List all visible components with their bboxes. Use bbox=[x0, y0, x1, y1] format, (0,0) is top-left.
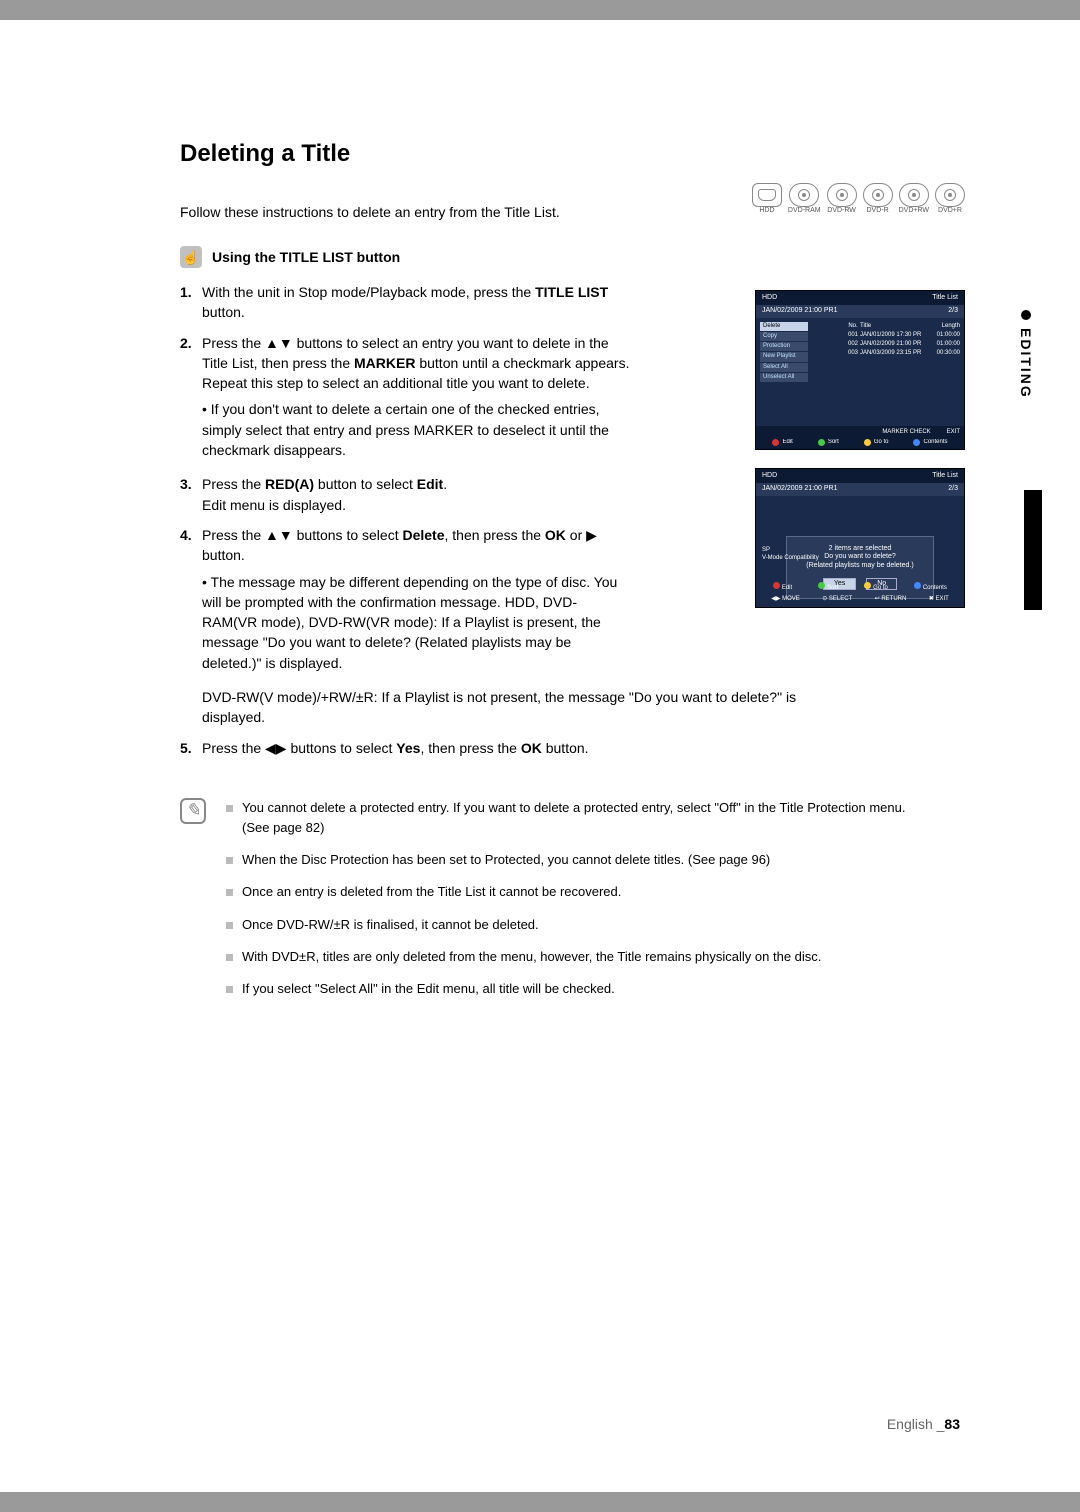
note-item: With DVD±R, titles are only deleted from… bbox=[226, 947, 920, 967]
step-1: 1. With the unit in Stop mode/Playback m… bbox=[180, 282, 630, 323]
media-label: DVD-RAM bbox=[788, 207, 821, 214]
step-4-note: The message may be different depending o… bbox=[202, 572, 630, 673]
osd-title-table: No.TitleLength 001JAN/01/2009 17:30 PR01… bbox=[846, 322, 960, 359]
media-hdd: HDD bbox=[752, 183, 782, 214]
note-item: Once an entry is deleted from the Title … bbox=[226, 882, 920, 902]
step-2: 2. Press the ▲▼ buttons to select an ent… bbox=[180, 333, 630, 465]
media-label: DVD+RW bbox=[899, 207, 929, 214]
media-label: DVD-R bbox=[867, 207, 889, 214]
sub-heading-text: Using the TITLE LIST button bbox=[212, 249, 400, 265]
osd-edit-menu: Delete Copy Protection New Playlist Sele… bbox=[760, 322, 808, 382]
hand-icon: ☝ bbox=[180, 246, 202, 268]
media-dvd-plus-r: DVD+R bbox=[935, 183, 965, 214]
section-title: Deleting a Title bbox=[180, 140, 930, 168]
tab-bullet-icon bbox=[1021, 310, 1031, 320]
document-page: HDD DVD-RAM DVD-RW DVD-R DVD+RW DVD+R De… bbox=[0, 20, 1080, 1492]
media-dvd-rw: DVD-RW bbox=[827, 183, 857, 214]
osd-title-list: HDD Title List JAN/02/2009 21:00 PR1 2/3… bbox=[755, 290, 965, 450]
media-label: DVD-RW bbox=[827, 207, 856, 214]
media-label: HDD bbox=[759, 207, 774, 214]
note-item: When the Disc Protection has been set to… bbox=[226, 850, 920, 870]
step-4: 4. Press the ▲▼ buttons to select Delete… bbox=[180, 525, 630, 677]
step-2-note: If you don't want to delete a certain on… bbox=[202, 399, 630, 460]
note-icon: ✎ bbox=[180, 798, 206, 824]
media-dvd-r: DVD-R bbox=[863, 183, 893, 214]
page-footer: English _83 bbox=[887, 1416, 960, 1432]
supported-media-row: HDD DVD-RAM DVD-RW DVD-R DVD+RW DVD+R bbox=[752, 183, 965, 214]
thumb-index-tab bbox=[1024, 490, 1042, 610]
osd-delete-dialog: HDD Title List JAN/02/2009 21:00 PR1 2/3… bbox=[755, 468, 965, 608]
sub-heading: ☝ Using the TITLE LIST button bbox=[180, 246, 930, 268]
chapter-tab-label: EDITING bbox=[1018, 328, 1034, 399]
step-5: 5. Press the ◀▶ buttons to select Yes, t… bbox=[180, 738, 840, 758]
note-item: You cannot delete a protected entry. If … bbox=[226, 798, 920, 838]
note-item: If you select "Select All" in the Edit m… bbox=[226, 979, 920, 999]
steps-list: 1. With the unit in Stop mode/Playback m… bbox=[180, 282, 630, 677]
step-3: 3. Press the RED(A) button to select Edi… bbox=[180, 474, 630, 515]
chapter-tab: EDITING bbox=[1018, 310, 1034, 399]
notes-block: ✎ You cannot delete a protected entry. I… bbox=[180, 798, 920, 1011]
media-dvd-plus-rw: DVD+RW bbox=[899, 183, 929, 214]
media-dvd-ram: DVD-RAM bbox=[788, 183, 821, 214]
notes-list: You cannot delete a protected entry. If … bbox=[226, 798, 920, 1011]
step-4-extra: DVD-RW(V mode)/+RW/±R: If a Playlist is … bbox=[202, 687, 862, 728]
media-label: DVD+R bbox=[938, 207, 962, 214]
note-item: Once DVD-RW/±R is finalised, it cannot b… bbox=[226, 915, 920, 935]
steps-list-cont: 5. Press the ◀▶ buttons to select Yes, t… bbox=[180, 738, 840, 758]
